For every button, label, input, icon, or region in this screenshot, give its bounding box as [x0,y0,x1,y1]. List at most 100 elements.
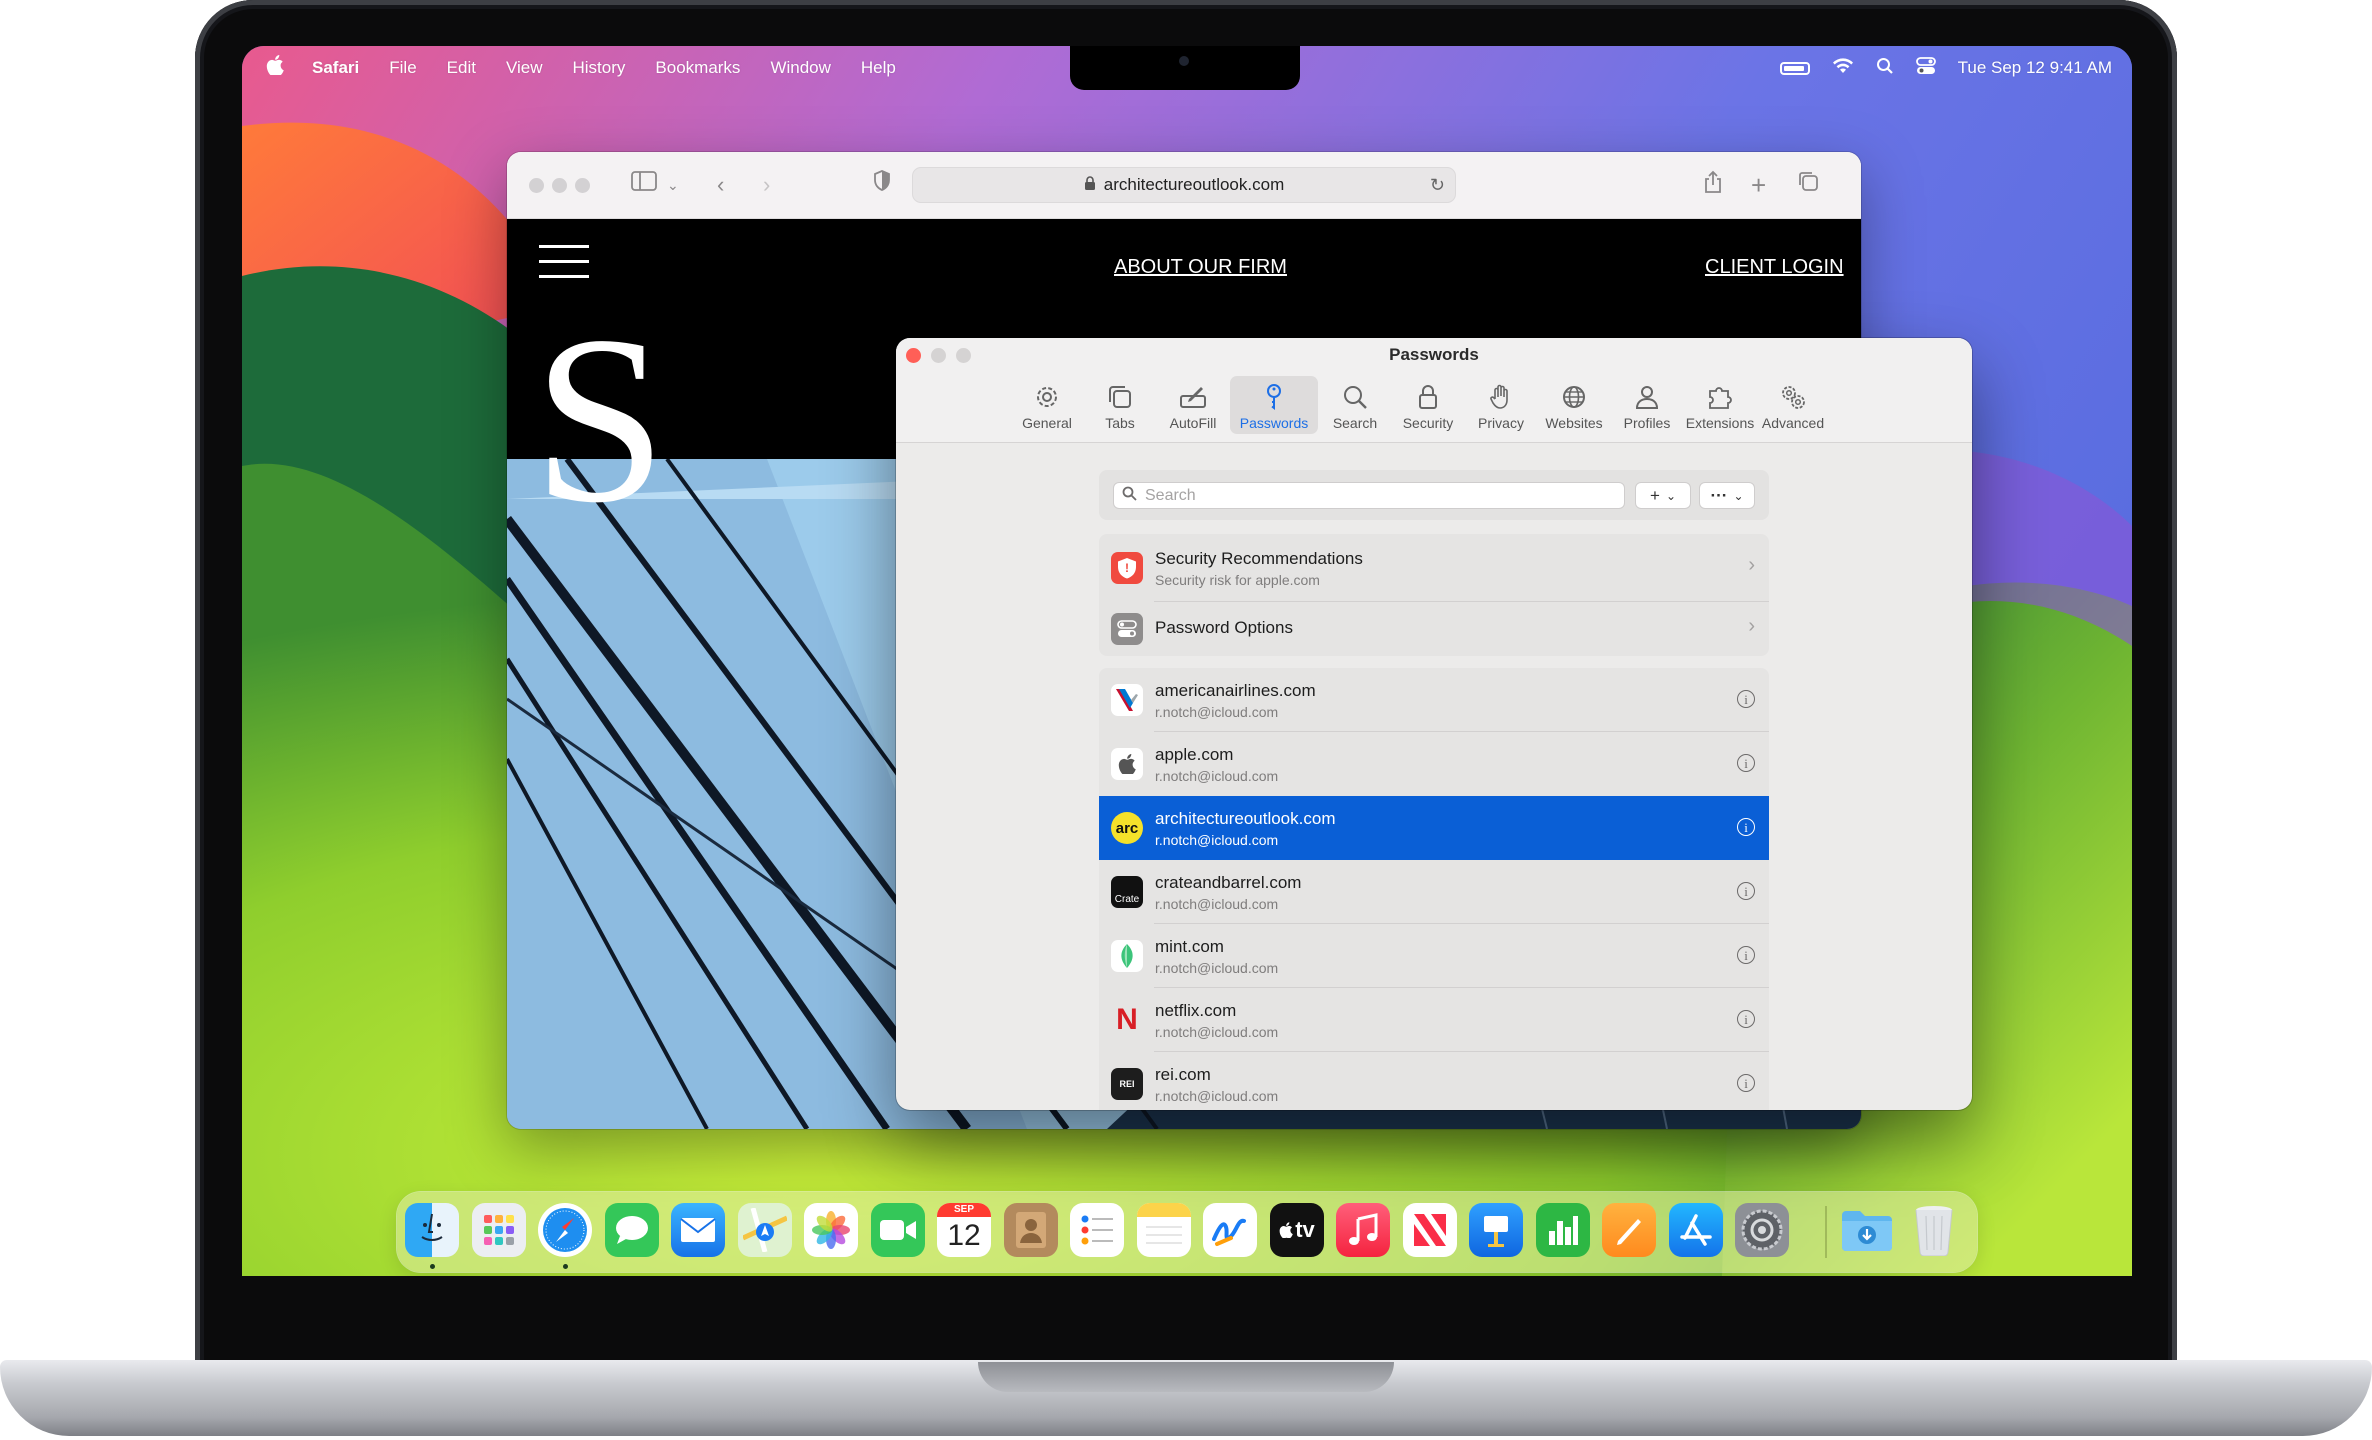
tab-label: AutoFill [1169,415,1217,431]
info-icon[interactable]: i [1737,754,1755,772]
menu-safari[interactable]: Safari [312,58,359,78]
numbers-icon[interactable] [1536,1203,1590,1257]
photos-icon[interactable] [804,1203,858,1257]
menu-edit[interactable]: Edit [447,58,476,78]
security-recommendations-row[interactable]: ! Security Recommendations Security risk… [1099,534,1769,602]
add-password-button[interactable]: + ⌄ [1635,482,1691,509]
more-options-button[interactable]: ··· ⌄ [1699,482,1755,509]
chevron-right-icon: › [1748,615,1755,637]
contacts-icon[interactable] [1004,1203,1058,1257]
calendar-day: 12 [947,1219,981,1252]
password-row-rei[interactable]: REI rei.com r.notch@icloud.com i [1099,1052,1769,1110]
downloads-folder-icon[interactable] [1840,1203,1894,1257]
info-icon[interactable]: i [1737,818,1755,836]
autofill-icon [1180,387,1206,408]
hamburger-menu-icon[interactable] [539,245,589,290]
password-row-mint[interactable]: mint.com r.notch@icloud.com i [1099,924,1769,988]
arc-icon-text: arc [1115,819,1139,837]
menu-view[interactable]: View [506,58,543,78]
tab-extensions[interactable]: Extensions [1684,376,1756,434]
battery-icon[interactable] [1779,61,1810,75]
safari-minimize-button[interactable] [552,178,567,193]
tab-profiles[interactable]: Profiles [1611,376,1683,434]
messages-icon[interactable] [605,1203,659,1257]
password-row-americanairlines[interactable]: americanairlines.com r.notch@icloud.com … [1099,668,1769,732]
sidebar-chevron-down-icon[interactable]: ⌄ [667,170,679,200]
info-icon[interactable]: i [1737,946,1755,964]
password-search-input[interactable]: Search [1113,482,1625,509]
keynote-icon[interactable] [1469,1203,1523,1257]
menu-clock[interactable]: Tue Sep 12 9:41 AM [1958,58,2112,78]
sidebar-toggle-icon[interactable] [631,170,657,200]
app-store-icon[interactable] [1669,1203,1723,1257]
tab-advanced[interactable]: Advanced [1757,376,1829,434]
tab-general[interactable]: General [1011,376,1083,434]
safari-close-button[interactable] [529,178,544,193]
new-tab-plus-icon[interactable]: + [1751,170,1766,200]
share-icon[interactable] [1703,170,1723,202]
password-row-crateandbarrel[interactable]: Crate crateandbarrel.com r.notch@icloud.… [1099,860,1769,924]
toggle-switches-icon [1111,613,1143,645]
camera-notch [1070,46,1300,90]
tv-icon[interactable]: tv [1270,1203,1324,1257]
reminders-icon[interactable] [1070,1203,1124,1257]
menu-bookmarks[interactable]: Bookmarks [655,58,740,78]
crate-icon: Crate [1111,876,1143,908]
pages-icon[interactable] [1602,1203,1656,1257]
info-icon[interactable]: i [1737,690,1755,708]
info-icon[interactable]: i [1737,882,1755,900]
address-text: architectureoutlook.com [1103,175,1285,194]
menu-window[interactable]: Window [770,58,830,78]
address-bar[interactable]: architectureoutlook.com ↻ [912,167,1456,203]
password-options-row[interactable]: Password Options › [1099,602,1769,656]
menu-history[interactable]: History [573,58,626,78]
wifi-icon[interactable] [1832,57,1854,79]
tab-tabs[interactable]: Tabs [1084,376,1156,434]
screen: Safari File Edit View History Bookmarks … [242,46,2132,1276]
password-row-architectureoutlook[interactable]: arc architectureoutlook.com r.notch@iclo… [1099,796,1769,860]
tab-privacy[interactable]: Privacy [1465,376,1537,434]
tab-search[interactable]: Search [1319,376,1391,434]
notes-icon[interactable] [1137,1203,1191,1257]
tab-security[interactable]: Security [1392,376,1464,434]
calendar-icon[interactable]: SEP 12 [937,1203,991,1257]
freeform-icon[interactable] [1203,1203,1257,1257]
password-row-apple[interactable]: apple.com r.notch@icloud.com i [1099,732,1769,796]
password-row-netflix[interactable]: N netflix.com r.notch@icloud.com i [1099,988,1769,1052]
music-icon[interactable] [1336,1203,1390,1257]
nav-client-login-link[interactable]: CLIENT LOGIN [1705,256,1844,279]
apple-menu-icon[interactable] [266,55,288,81]
search-magnifier-icon [1122,486,1137,506]
launchpad-icon[interactable] [472,1203,526,1257]
menu-help[interactable]: Help [861,58,896,78]
svg-text:!: ! [1125,561,1129,575]
mail-icon[interactable] [671,1203,725,1257]
reload-icon[interactable]: ↻ [1430,175,1445,196]
info-icon[interactable]: i [1737,1074,1755,1092]
facetime-icon[interactable] [871,1203,925,1257]
netflix-icon-text: N [1116,1004,1138,1036]
finder-icon[interactable] [405,1203,459,1257]
menu-file[interactable]: File [389,58,416,78]
maps-icon[interactable] [738,1203,792,1257]
control-center-icon[interactable] [1915,56,1936,80]
nav-about-link[interactable]: ABOUT OUR FIRM [1114,256,1287,279]
safari-zoom-button[interactable] [575,178,590,193]
tab-passwords[interactable]: Passwords [1230,376,1318,434]
safari-toolbar: ⌄ ‹ › architectureoutlook.com ↻ + [507,152,1861,219]
tab-overview-icon[interactable] [1797,170,1819,200]
system-settings-icon[interactable] [1735,1203,1789,1257]
info-icon[interactable]: i [1737,1010,1755,1028]
trash-icon[interactable] [1907,1203,1961,1257]
forward-chevron-icon[interactable]: › [763,170,770,200]
news-icon[interactable] [1403,1203,1457,1257]
privacy-shield-icon[interactable] [873,170,891,200]
safari-icon[interactable] [538,1203,592,1257]
back-chevron-icon[interactable]: ‹ [717,170,724,200]
chevron-down-icon: ⌄ [1665,488,1676,503]
tab-autofill[interactable]: AutoFill [1157,376,1229,434]
spotlight-search-icon[interactable] [1876,57,1894,80]
puzzle-icon [1709,387,1732,409]
crate-icon-text: Crate [1114,894,1140,905]
tab-websites[interactable]: Websites [1538,376,1610,434]
